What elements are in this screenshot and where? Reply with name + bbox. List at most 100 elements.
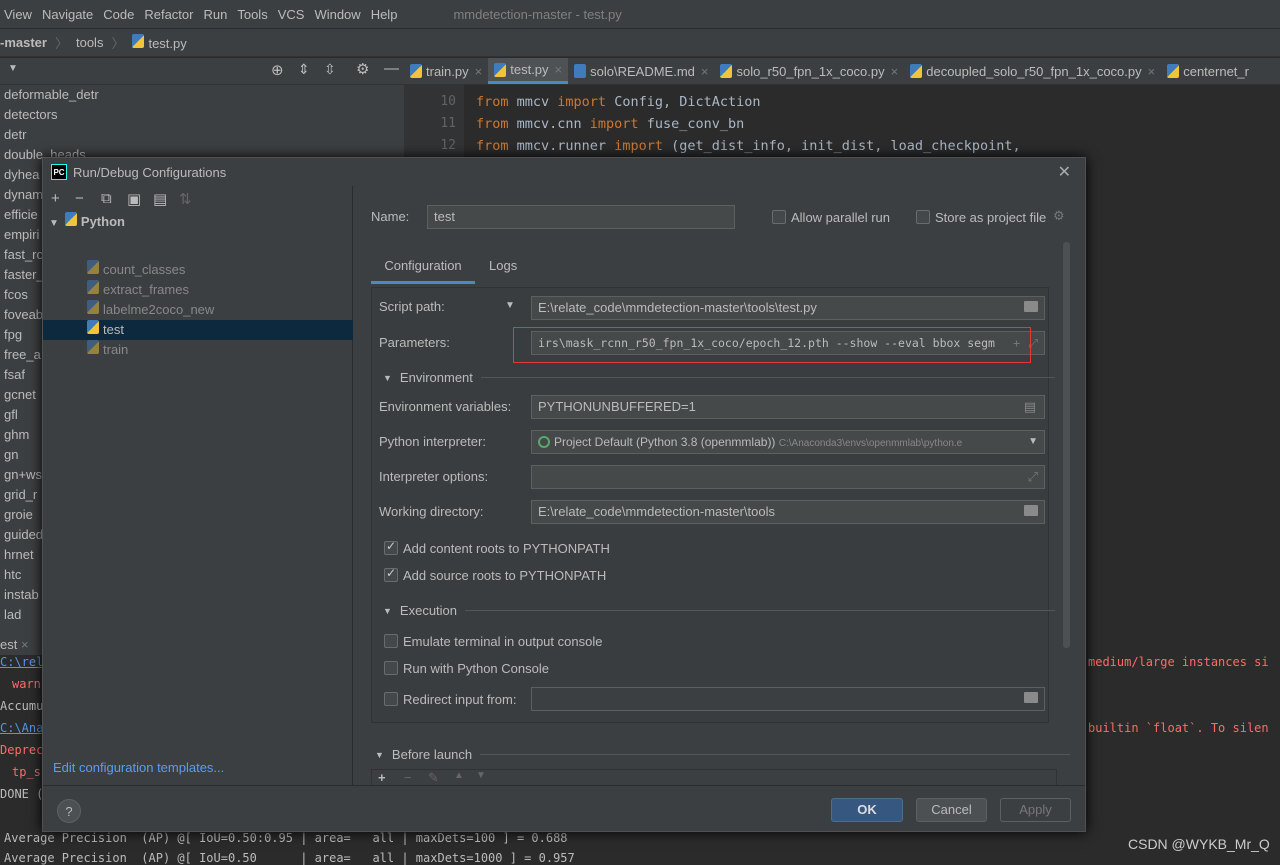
tab-configuration[interactable]: Configuration — [371, 254, 475, 284]
breadcrumb-file[interactable]: test.py — [132, 34, 194, 51]
apply-button[interactable]: Apply — [1000, 798, 1071, 822]
tree-folder[interactable]: deformable_detr — [4, 85, 99, 105]
dropdown-arrow-icon[interactable]: ▼ — [8, 63, 18, 74]
store-project-checkbox[interactable] — [916, 210, 930, 224]
menu-vcs[interactable]: VCS — [278, 7, 305, 22]
tree-folder[interactable]: ghm — [4, 425, 29, 445]
script-path-input[interactable]: E:\relate_code\mmdetection-master\tools\… — [531, 296, 1045, 320]
tree-folder[interactable]: fpg — [4, 325, 22, 345]
close-icon[interactable]: ✕ — [1058, 162, 1071, 182]
remove-icon[interactable]: − — [75, 190, 84, 207]
close-icon[interactable]: × — [555, 62, 563, 77]
python-console-checkbox[interactable] — [384, 661, 398, 675]
close-icon[interactable]: × — [1148, 64, 1156, 79]
source-roots-checkbox[interactable] — [384, 566, 398, 582]
tree-folder[interactable]: grid_r — [4, 485, 37, 505]
tree-folder[interactable]: guided — [4, 525, 43, 545]
expand-arrow-icon[interactable]: ▼ — [49, 218, 59, 229]
folder-icon[interactable] — [1024, 692, 1038, 703]
breadcrumb-tools[interactable]: tools — [76, 35, 103, 50]
save-icon[interactable]: ▣ — [127, 190, 141, 208]
tree-folder[interactable]: gcnet — [4, 385, 36, 405]
before-launch-section[interactable]: ▼ Before launch — [375, 747, 1071, 762]
interpreter-select[interactable]: Project Default (Python 3.8 (openmmlab))… — [531, 430, 1045, 454]
breadcrumb-project[interactable]: -master — [0, 35, 47, 50]
name-input[interactable]: test — [427, 205, 735, 229]
allow-parallel-checkbox[interactable] — [772, 210, 786, 224]
redirect-input-field[interactable] — [531, 687, 1045, 711]
menu-refactor[interactable]: Refactor — [144, 7, 193, 22]
tab-1[interactable]: test.py × — [488, 58, 569, 84]
tab-4[interactable]: decoupled_solo_r50_fpn_1x_coco.py × — [904, 58, 1161, 84]
menu-navigate[interactable]: Navigate — [42, 7, 93, 22]
config-item-test[interactable]: test — [43, 320, 353, 340]
move-down-icon[interactable]: ▼ — [476, 770, 486, 781]
gear-icon[interactable]: ⚙ — [1053, 208, 1065, 224]
tab-2[interactable]: solo\README.md × — [568, 58, 714, 84]
scrollbar[interactable] — [1063, 242, 1070, 648]
redirect-input-checkbox[interactable] — [384, 692, 398, 706]
tree-folder[interactable]: dyhea — [4, 165, 39, 185]
expand-icon[interactable]: ⤢ — [1028, 466, 1038, 488]
folder-icon[interactable] — [1024, 505, 1038, 516]
tree-folder[interactable]: efficie — [4, 205, 38, 225]
tree-folder[interactable]: fcos — [4, 285, 28, 305]
tree-folder[interactable]: fsaf — [4, 365, 25, 385]
console-tab[interactable]: est × — [0, 635, 42, 655]
tree-folder[interactable]: lad — [4, 605, 21, 625]
config-item-train[interactable]: train — [87, 340, 128, 360]
list-edit-icon[interactable]: ▤ — [1024, 396, 1036, 418]
tree-folder[interactable]: faster_ — [4, 265, 44, 285]
copy-icon[interactable]: ⧉ — [101, 190, 112, 207]
tree-folder[interactable]: gfl — [4, 405, 18, 425]
close-icon[interactable]: × — [475, 64, 483, 79]
menu-help[interactable]: Help — [371, 7, 398, 22]
gear-icon[interactable]: ⚙ — [356, 60, 369, 78]
help-button[interactable]: ? — [57, 799, 81, 823]
working-dir-input[interactable]: E:\relate_code\mmdetection-master\tools — [531, 500, 1045, 524]
group-python[interactable]: ▼ Python — [49, 212, 125, 232]
tree-folder[interactable]: htc — [4, 565, 21, 585]
folder-icon[interactable] — [1024, 301, 1038, 312]
expand-all-icon[interactable]: ⇕ — [298, 61, 310, 78]
tree-folder[interactable]: groie — [4, 505, 33, 525]
execution-section[interactable]: ▼ Execution — [383, 603, 1056, 618]
add-icon[interactable]: + — [378, 770, 386, 785]
content-roots-checkbox[interactable] — [384, 539, 398, 555]
tree-folder[interactable]: fast_rc — [4, 245, 43, 265]
move-up-icon[interactable]: ▲ — [454, 770, 464, 781]
ok-button[interactable]: OK — [831, 798, 903, 822]
tab-logs[interactable]: Logs — [483, 254, 523, 284]
tab-3[interactable]: solo_r50_fpn_1x_coco.py × — [714, 58, 904, 84]
edit-templates-link[interactable]: Edit configuration templates... — [53, 760, 224, 775]
tree-folder[interactable]: foveab — [4, 305, 43, 325]
tab-5[interactable]: centernet_r — [1161, 58, 1255, 84]
menu-window[interactable]: Window — [314, 7, 360, 22]
chevron-down-icon[interactable]: ▼ — [1028, 431, 1038, 453]
tree-folder[interactable]: gn — [4, 445, 18, 465]
add-icon[interactable]: + — [51, 190, 60, 207]
folder-icon[interactable]: ▤ — [153, 190, 167, 208]
tree-folder[interactable]: instab — [4, 585, 39, 605]
menu-view[interactable]: View — [4, 7, 32, 22]
tab-0[interactable]: train.py × — [404, 58, 488, 84]
close-icon[interactable]: × — [701, 64, 709, 79]
tree-folder[interactable]: empiri — [4, 225, 39, 245]
config-item-labelme2coco_new[interactable]: labelme2coco_new — [87, 300, 214, 320]
cancel-button[interactable]: Cancel — [916, 798, 987, 822]
edit-icon[interactable]: ✎ — [428, 770, 439, 786]
emulate-terminal-checkbox[interactable] — [384, 634, 398, 648]
collapse-all-icon[interactable]: ⇳ — [324, 61, 336, 78]
tree-folder[interactable]: detr — [4, 125, 26, 145]
sort-icon[interactable]: ⇅ — [179, 190, 192, 208]
config-item-count_classes[interactable]: count_classes — [87, 260, 185, 280]
environment-section[interactable]: ▼ Environment — [383, 370, 1055, 385]
minimize-icon[interactable]: — — [384, 60, 399, 77]
config-item-extract_frames[interactable]: extract_frames — [87, 280, 189, 300]
interpreter-options-input[interactable]: ⤢ — [531, 465, 1045, 489]
menu-tools[interactable]: Tools — [237, 7, 267, 22]
tree-folder[interactable]: hrnet — [4, 545, 34, 565]
menu-run[interactable]: Run — [203, 7, 227, 22]
script-type-dropdown[interactable]: ▼ — [505, 300, 515, 311]
remove-icon[interactable]: − — [404, 770, 412, 785]
